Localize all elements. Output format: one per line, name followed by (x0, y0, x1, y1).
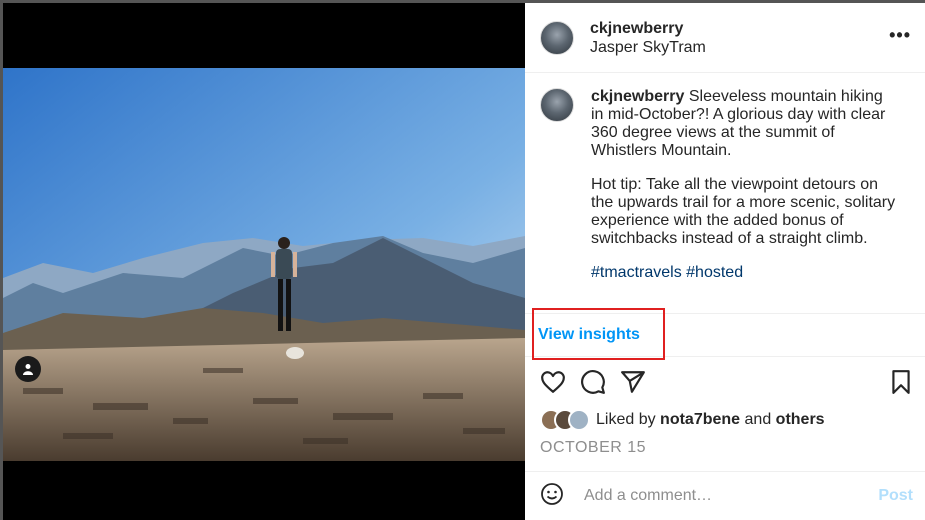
caption: ckjnewberry Sleeveless mountain hiking i… (591, 88, 896, 298)
hashtag-tmactravels[interactable]: #tmactravels (591, 264, 682, 281)
mountain-photo (3, 68, 525, 461)
caption-username[interactable]: ckjnewberry (591, 88, 684, 105)
likes-others-link[interactable]: others (776, 411, 825, 428)
post-date[interactable]: OCTOBER 15 (540, 439, 646, 457)
share-icon[interactable] (620, 369, 646, 400)
emoji-icon[interactable] (540, 482, 564, 511)
caption-area: ckjnewberry Sleeveless mountain hiking i… (525, 74, 925, 313)
user-tag-icon[interactable] (15, 356, 41, 382)
post-button[interactable]: Post (878, 487, 913, 505)
bookmark-icon[interactable] (888, 369, 914, 400)
post-media (3, 3, 525, 520)
post-sidebar: ckjnewberry Jasper SkyTram ••• ckjnewber… (525, 3, 925, 520)
heart-icon[interactable] (540, 369, 566, 400)
view-insights-link[interactable]: View insights (538, 326, 640, 344)
likes-conjunction: and (744, 411, 772, 428)
likes-text: Liked by nota7bene and others (596, 411, 825, 429)
post-header: ckjnewberry Jasper SkyTram ••• (525, 3, 925, 73)
liker-username[interactable]: nota7bene (660, 411, 740, 428)
likes-row: Liked by nota7bene and others (540, 409, 825, 431)
liker-avatar[interactable] (568, 409, 590, 431)
avatar[interactable] (540, 20, 574, 55)
action-bar (525, 369, 925, 397)
comment-icon[interactable] (580, 369, 606, 400)
more-options-icon[interactable]: ••• (889, 25, 911, 46)
insights-row: View insights (525, 308, 925, 360)
likes-prefix: Liked by (596, 411, 656, 428)
comment-bar: Post (525, 471, 925, 520)
comment-input[interactable] (582, 486, 846, 506)
header-username[interactable]: ckjnewberry (590, 19, 706, 38)
hashtag-hosted[interactable]: #hosted (686, 264, 743, 281)
caption-avatar[interactable] (540, 88, 574, 122)
post-window: ckjnewberry Jasper SkyTram ••• ckjnewber… (3, 3, 925, 520)
post-photo[interactable] (3, 68, 525, 461)
header-location[interactable]: Jasper SkyTram (590, 38, 706, 57)
caption-tip: Hot tip: Take all the viewpoint detours … (591, 176, 896, 247)
